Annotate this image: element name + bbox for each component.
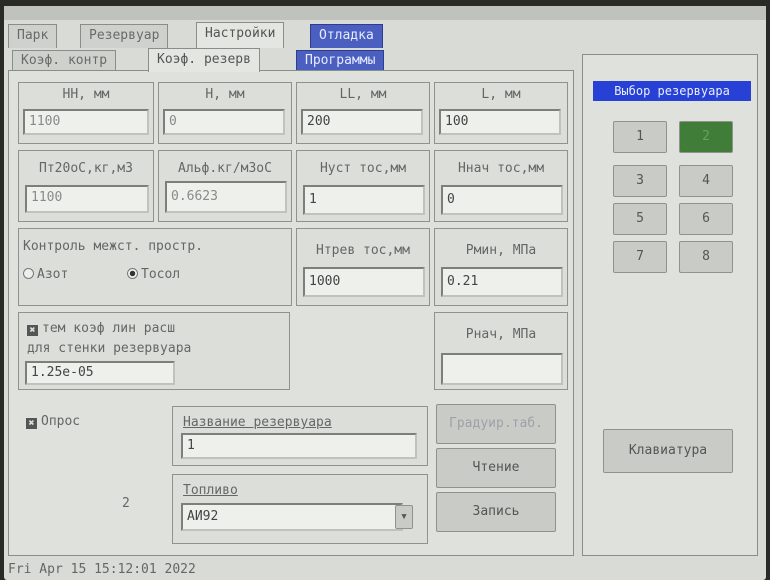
hh-input[interactable]: 1100 [23, 109, 149, 135]
ll-label: LL, мм [339, 87, 387, 102]
cell-ntrev: Нтрев тос,мм 1000 [296, 228, 430, 306]
cell-h: Н, мм 0 [158, 82, 292, 144]
alpha-label: Альф.кг/м3оС [178, 161, 272, 176]
checkbox-icon: ✖ [27, 325, 38, 336]
cell-nust: Нуст тос,мм 1 [296, 150, 430, 222]
radio-nitrogen-circle [23, 268, 34, 279]
tempcoef-line2: для стенки резервуара [27, 341, 192, 356]
tempcoef-checkbox[interactable]: ✖ тем коэф лин расш [27, 321, 175, 336]
tank-selector-title: Выбор резервуара [593, 81, 751, 101]
tank-button-3[interactable]: 3 [613, 165, 667, 197]
tab-debug[interactable]: Отладка [310, 24, 383, 48]
tank-button-1[interactable]: 1 [613, 121, 667, 153]
radio-tosol-circle [127, 268, 138, 279]
tank-selector-panel: Выбор резервуара 1 2 3 4 5 6 7 8 Клавиат… [582, 54, 758, 556]
tank-button-4[interactable]: 4 [679, 165, 733, 197]
nust-label: Нуст тос,мм [319, 161, 407, 176]
tempcoef-group: ✖ тем коэф лин расш для стенки резервуара… [18, 312, 290, 390]
poll-checkbox[interactable]: ✖ Опрос [26, 414, 80, 429]
control-group: Контроль межст. простр. Азот Тосол [18, 228, 292, 306]
tank-button-6[interactable]: 6 [679, 203, 733, 235]
pt20-label: Пт20оС,кг,м3 [39, 161, 133, 176]
calibration-button[interactable]: Градуир.таб. [436, 404, 556, 444]
cell-l: L, мм 100 [434, 82, 568, 144]
poll-label: Опрос [41, 414, 81, 429]
pmin-input[interactable]: 0.21 [441, 267, 563, 297]
tank-name-group: Название резервуара 1 [172, 406, 428, 466]
control-label: Контроль межст. простр. [23, 239, 204, 254]
ll-input[interactable]: 200 [301, 109, 423, 135]
l-input[interactable]: 100 [439, 109, 561, 135]
tank-button-5[interactable]: 5 [613, 203, 667, 235]
fuel-select[interactable]: АИ92 [181, 503, 403, 531]
keyboard-button[interactable]: Клавиатура [603, 429, 733, 473]
fuel-group: Топливо АИ92 ▾ [172, 474, 428, 544]
hh-label: НН, мм [62, 87, 110, 102]
tank-name-input[interactable]: 1 [181, 433, 417, 459]
tab-settings[interactable]: Настройки [196, 22, 285, 48]
tab-reservoir[interactable]: Резервуар [80, 24, 169, 48]
subtab-coef-reservoir[interactable]: Коэф. резерв [148, 48, 260, 72]
l-label: L, мм [481, 87, 521, 102]
ntrev-input[interactable]: 1000 [303, 267, 425, 297]
tank-button-8[interactable]: 8 [679, 241, 733, 273]
nnach-input[interactable]: 0 [441, 185, 563, 215]
cell-pt20: Пт20оС,кг,м3 1100 [18, 150, 154, 222]
subtab-coef-control[interactable]: Коэф. контр [12, 50, 117, 72]
cell-pnach: Рнач, МПа [434, 312, 568, 390]
tank-button-7[interactable]: 7 [613, 241, 667, 273]
radio-tosol-label: Тосол [141, 267, 181, 282]
nust-input[interactable]: 1 [303, 185, 425, 215]
h-input[interactable]: 0 [163, 109, 285, 135]
fuel-label: Топливо [183, 483, 238, 498]
pmin-label: Рмин, МПа [465, 243, 537, 258]
cell-pmin: Рмин, МПа 0.21 [434, 228, 568, 306]
cell-hh: НН, мм 1100 [18, 82, 154, 144]
status-datetime: Fri Apr 15 15:12:01 2022 [8, 562, 196, 577]
top-bar [4, 6, 766, 20]
cell-nnach: Ннач тос,мм 0 [434, 150, 568, 222]
fuel-dropdown-icon[interactable]: ▾ [395, 505, 413, 529]
nnach-label: Ннач тос,мм [457, 161, 545, 176]
pt20-input[interactable]: 1100 [25, 185, 149, 213]
poll-number: 2 [122, 496, 130, 511]
ntrev-label: Нтрев тос,мм [316, 243, 410, 258]
write-button[interactable]: Запись [436, 492, 556, 532]
radio-nitrogen[interactable]: Азот [23, 267, 68, 282]
subtab-programs[interactable]: Программы [296, 50, 385, 72]
read-button[interactable]: Чтение [436, 448, 556, 488]
pnach-input[interactable] [441, 353, 563, 385]
tempcoef-line1: тем коэф лин расш [42, 321, 176, 336]
tank-button-2[interactable]: 2 [679, 121, 733, 153]
cell-alpha: Альф.кг/м3оС 0.6623 [158, 150, 292, 222]
screen: Парк Резервуар Настройки Отладка Коэф. к… [4, 6, 766, 580]
h-label: Н, мм [205, 87, 245, 102]
poll-checkbox-icon: ✖ [26, 418, 37, 429]
radio-nitrogen-label: Азот [37, 267, 69, 282]
pnach-label: Рнач, МПа [465, 327, 537, 342]
tab-park[interactable]: Парк [8, 24, 58, 48]
radio-tosol[interactable]: Тосол [127, 267, 180, 282]
cell-ll: LL, мм 200 [296, 82, 430, 144]
tempcoef-input[interactable]: 1.25e-05 [25, 361, 175, 385]
tank-name-label: Название резервуара [183, 415, 332, 430]
alpha-input[interactable]: 0.6623 [165, 181, 287, 213]
